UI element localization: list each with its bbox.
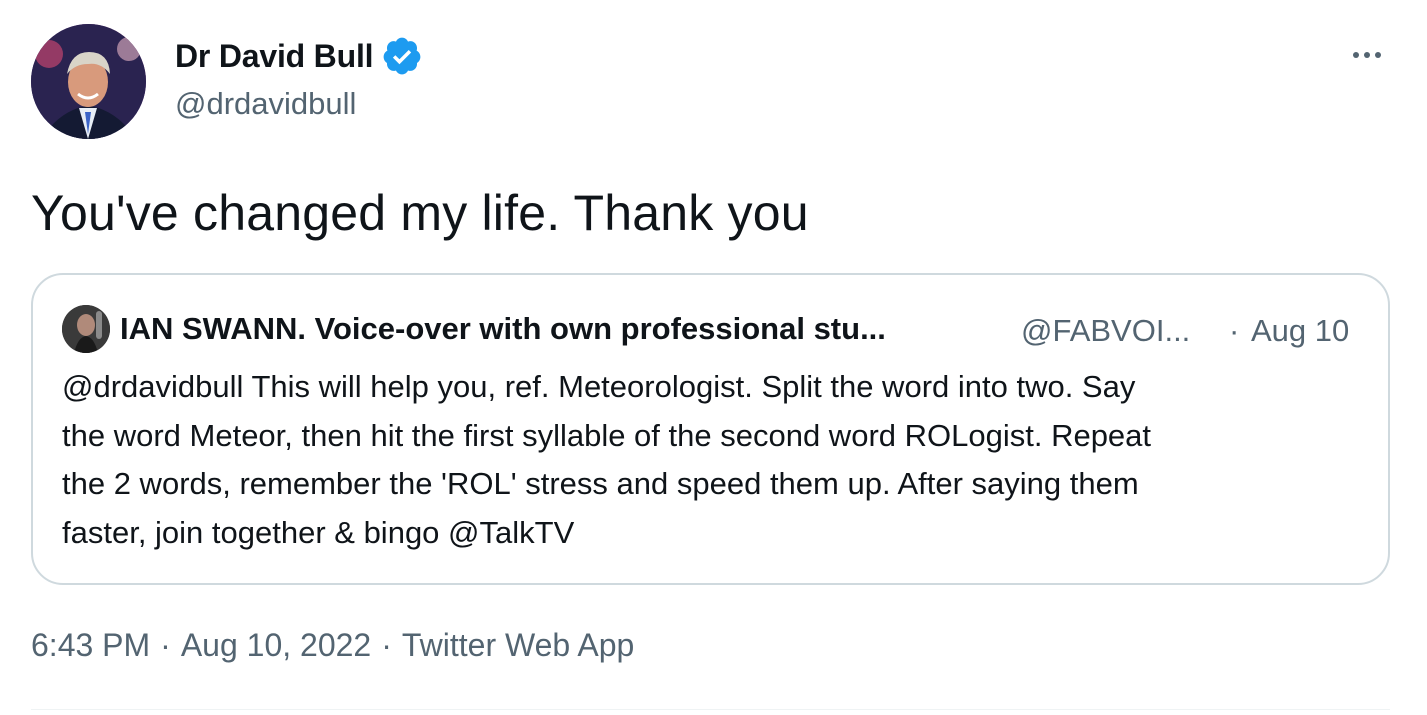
quoted-author-avatar[interactable]: [62, 305, 110, 353]
more-dot: [1353, 52, 1359, 58]
meta-separator: ·: [160, 627, 171, 663]
author-name-row[interactable]: Dr David Bull: [175, 36, 423, 76]
tweet-detail: Dr David Bull @drdavidbull You've change…: [0, 0, 1427, 715]
tweet-meta: 6:43 PM · Aug 10, 2022 · Twitter Web App: [31, 627, 634, 664]
quoted-author-display-name: IAN SWANN. Voice-over with own professio…: [120, 311, 886, 346]
meta-separator: ·: [381, 627, 392, 663]
divider: [31, 709, 1390, 710]
quoted-tweet-text: @drdavidbull This will help you, ref. Me…: [62, 369, 1152, 550]
verified-badge-icon: [381, 35, 423, 77]
author-handle[interactable]: @drdavidbull: [175, 86, 356, 122]
tweet-source[interactable]: Twitter Web App: [402, 627, 634, 664]
more-dot: [1375, 52, 1381, 58]
tweet-text: You've changed my life. Thank you: [31, 185, 809, 241]
more-dot: [1364, 52, 1370, 58]
author-avatar[interactable]: [31, 24, 146, 139]
quoted-date: Aug 10: [1251, 313, 1350, 348]
tweet-date[interactable]: Aug 10, 2022: [181, 627, 371, 664]
quoted-separator: ·: [1229, 313, 1240, 348]
author-display-name[interactable]: Dr David Bull: [175, 38, 374, 75]
quoted-tweet[interactable]: IAN SWANN. Voice-over with own professio…: [31, 273, 1390, 585]
tweet-time[interactable]: 6:43 PM: [31, 627, 150, 664]
more-horizontal-icon[interactable]: [1345, 40, 1389, 70]
quoted-author-handle: @FABVOI...: [1021, 313, 1191, 348]
